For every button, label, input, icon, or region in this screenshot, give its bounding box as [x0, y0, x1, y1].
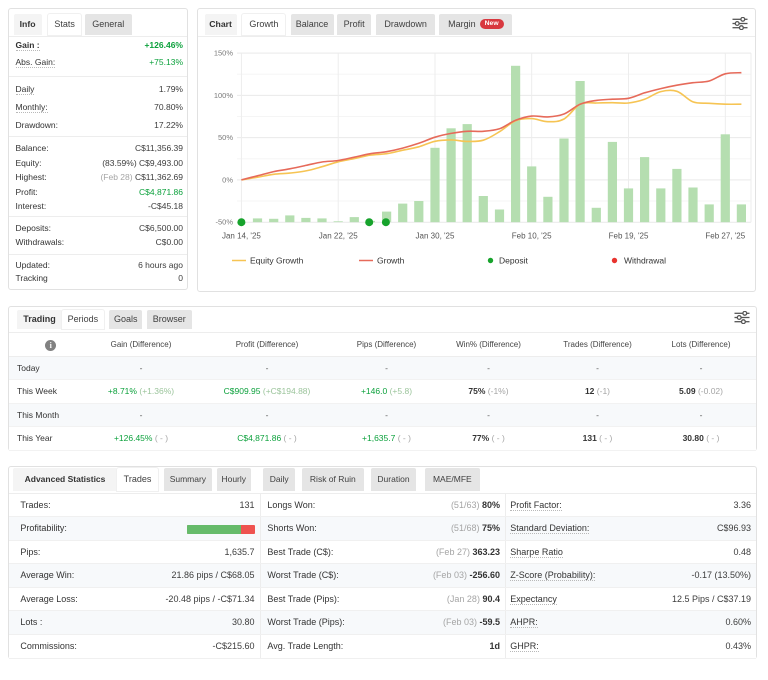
svg-text:Deposit: Deposit [499, 256, 528, 266]
svg-text:Equity Growth: Equity Growth [250, 256, 304, 266]
svg-text:Jan 30, '25: Jan 30, '25 [416, 232, 455, 241]
svg-text:Feb 19, '25: Feb 19, '25 [609, 232, 649, 241]
svg-text:Jan 22, '25: Jan 22, '25 [319, 232, 358, 241]
svg-text:100%: 100% [214, 91, 234, 100]
svg-text:Feb 10, '25: Feb 10, '25 [512, 232, 552, 241]
svg-text:Withdrawal: Withdrawal [624, 256, 666, 266]
svg-text:Jan 14, '25: Jan 14, '25 [222, 232, 261, 241]
svg-text:150%: 150% [214, 49, 234, 58]
svg-text:Feb 27, '25: Feb 27, '25 [705, 232, 745, 241]
svg-text:0%: 0% [222, 175, 233, 184]
svg-text:Growth: Growth [377, 256, 405, 266]
svg-text:-50%: -50% [215, 218, 233, 227]
svg-text:50%: 50% [218, 133, 233, 142]
